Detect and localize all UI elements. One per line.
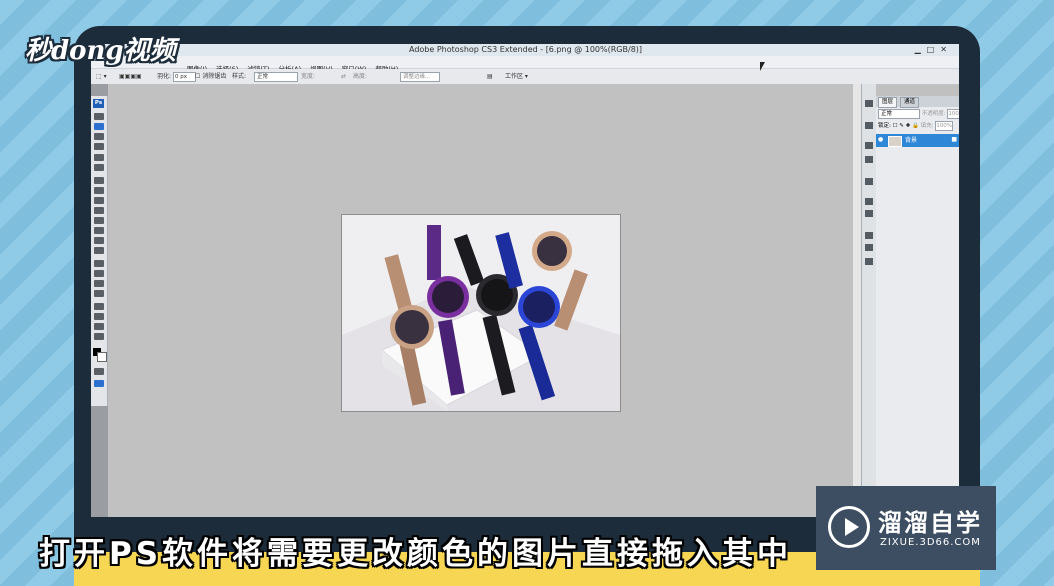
eraser-tool-icon[interactable]: [94, 217, 104, 224]
lasso-tool-icon[interactable]: [94, 133, 104, 140]
style-label: 样式:: [232, 73, 247, 80]
fill-input[interactable]: 100%: [935, 121, 953, 131]
tools-preset-icon[interactable]: [865, 122, 873, 129]
layer-name: 背景: [905, 137, 918, 144]
menu-bar: 图像(I) 选择(S) 滤镜(T) 分析(A) 视图(V) 窗口(W) 帮助(H…: [91, 56, 959, 73]
swatches-icon[interactable]: [865, 244, 873, 251]
blend-mode-select[interactable]: 正常: [878, 109, 920, 119]
bridge-icon[interactable]: ▤: [487, 69, 493, 84]
character-icon[interactable]: [865, 198, 873, 205]
navigator-icon[interactable]: [865, 100, 873, 107]
watermark-text: 秒dong视频: [25, 36, 176, 66]
shape-tool-icon[interactable]: [94, 290, 104, 297]
history-brush-icon[interactable]: [94, 207, 104, 214]
path-select-icon[interactable]: [94, 280, 104, 287]
color-icon[interactable]: [865, 232, 873, 239]
move-tool-icon[interactable]: [94, 113, 104, 120]
magic-wand-icon[interactable]: [94, 143, 104, 150]
pen-tool-icon[interactable]: [94, 260, 104, 267]
height-label: 高度:: [353, 73, 368, 80]
brand-logo: 溜溜自学 ZIXUE.3D66.COM: [816, 486, 996, 570]
visibility-eye-icon[interactable]: ●: [878, 136, 883, 143]
layer-thumbnail: [888, 136, 902, 147]
marquee-tool-icon[interactable]: [94, 123, 104, 130]
canvas-scrollbar[interactable]: [853, 84, 861, 517]
selection-mode-icons[interactable]: ▣▣▣▣: [119, 69, 142, 84]
layers-panel: 图层 通道 正常 不透明度: 100% 锁定: ☐ ✎ ✚ 🔒 填充: 100%…: [876, 96, 959, 517]
type-tool-icon[interactable]: [94, 270, 104, 277]
layer-lock-icon: ■: [951, 136, 957, 143]
window-title: Adobe Photoshop CS3 Extended - [6.png @ …: [409, 45, 643, 54]
watermark-logo: 秒dong视频: [25, 30, 185, 70]
watches-photo: [342, 215, 620, 411]
panel-tabs: 图层 通道: [876, 96, 959, 108]
layer-comps-icon[interactable]: [865, 178, 873, 185]
refine-edge-button[interactable]: 调整边缘...: [400, 71, 440, 82]
notes-tool-icon[interactable]: [94, 303, 104, 310]
window-controls[interactable]: ▁□✕: [915, 45, 953, 54]
brand-url: ZIXUE.3D66.COM: [880, 537, 981, 548]
lock-icons[interactable]: ☐ ✎ ✚ 🔒: [893, 123, 919, 129]
hand-tool-icon[interactable]: [94, 323, 104, 330]
feather-label: 羽化:: [157, 73, 172, 80]
blur-tool-icon[interactable]: [94, 237, 104, 244]
actions-icon[interactable]: [865, 156, 873, 163]
antialias-label: 消除锯齿: [202, 73, 227, 80]
mouse-cursor-icon: [760, 62, 765, 71]
fill-label: 填充:: [920, 123, 934, 129]
brand-name: 溜溜自学: [878, 509, 982, 537]
lock-label: 锁定:: [878, 123, 891, 129]
tab-layers[interactable]: 图层: [878, 97, 898, 108]
tab-channels[interactable]: 通道: [900, 97, 920, 108]
feather-input[interactable]: 0 px: [172, 71, 196, 82]
paragraph-icon[interactable]: [865, 210, 873, 217]
marquee-tool-icon[interactable]: ⬚ ▾: [96, 69, 107, 84]
swap-icon[interactable]: ⇄: [341, 69, 346, 84]
zoom-tool-icon[interactable]: [94, 333, 104, 340]
brush-tool-icon[interactable]: [94, 187, 104, 194]
width-label: 宽度:: [301, 73, 316, 80]
play-icon: [828, 506, 870, 548]
styles-icon[interactable]: [865, 258, 873, 265]
paint-bucket-icon[interactable]: [94, 227, 104, 234]
healing-brush-icon[interactable]: [94, 177, 104, 184]
toolbox: Ps: [91, 96, 108, 406]
history-icon[interactable]: [865, 142, 873, 149]
opacity-input[interactable]: 100%: [947, 109, 959, 119]
panel-dock: [861, 84, 876, 517]
screen-mode-icon[interactable]: [94, 380, 104, 387]
opacity-label: 不透明度:: [921, 111, 946, 117]
photoshop-window: Adobe Photoshop CS3 Extended - [6.png @ …: [91, 44, 959, 517]
eyedropper-icon[interactable]: [94, 313, 104, 320]
dodge-tool-icon[interactable]: [94, 247, 104, 254]
workspace-button[interactable]: 工作区 ▾: [505, 69, 528, 84]
options-bar: ⬚ ▾ ▣▣▣▣ 羽化: 0 px ☐ 消除锯齿 样式: 正常 宽度: ⇄ 高度…: [91, 69, 959, 85]
layer-row-background[interactable]: ● 背景 ■: [876, 134, 959, 147]
document-canvas[interactable]: [341, 214, 621, 412]
quick-mask-icon[interactable]: [94, 368, 104, 375]
style-select[interactable]: 正常: [254, 71, 298, 82]
antialias-checkbox[interactable]: ☐: [195, 73, 200, 80]
ps-badge: Ps: [93, 99, 104, 108]
crop-tool-icon[interactable]: [94, 154, 104, 161]
slice-tool-icon[interactable]: [94, 164, 104, 171]
background-color-swatch[interactable]: [97, 352, 107, 362]
stamp-tool-icon[interactable]: [94, 197, 104, 204]
